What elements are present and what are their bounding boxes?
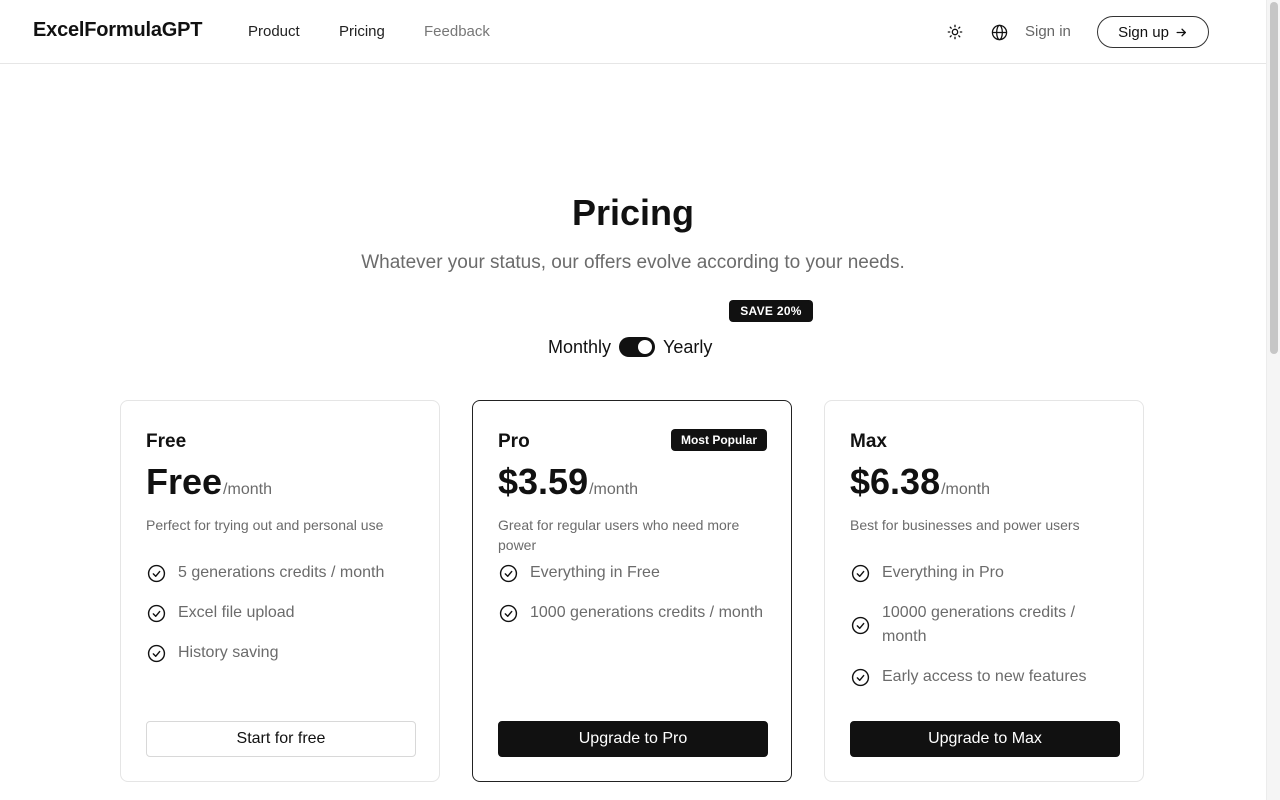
price-period: /month: [223, 481, 272, 498]
plan-description: Great for regular users who need more po…: [498, 517, 740, 553]
plan-card-free: Free Free /month Perfect for trying out …: [120, 400, 440, 782]
upgrade-pro-button[interactable]: Upgrade to Pro: [498, 721, 768, 757]
feature-item: Excel file upload: [146, 601, 418, 625]
globe-icon[interactable]: [989, 22, 1009, 42]
feature-text: 1000 generations credits / month: [530, 604, 764, 621]
plan-card-pro: Pro Most Popular $3.59 /month Great for …: [472, 400, 792, 782]
feature-list: Everything in Pro 10000 generations cred…: [850, 561, 1122, 705]
feature-item: Everything in Free: [498, 561, 770, 585]
toggle-knob: [638, 340, 653, 354]
feature-item: Early access to new features: [850, 665, 1122, 689]
price-row: $6.38 /month: [850, 461, 990, 503]
feature-list: 5 generations credits / month Excel file…: [146, 561, 418, 681]
check-circle-icon: [850, 563, 870, 583]
sign-up-label: Sign up: [1118, 23, 1169, 41]
feature-item: 1000 generations credits / month: [498, 601, 770, 625]
check-circle-icon: [850, 615, 870, 635]
billing-toggle[interactable]: [619, 337, 656, 357]
feature-list: Everything in Free 1000 generations cred…: [498, 561, 770, 641]
feature-item: History saving: [146, 641, 418, 665]
feature-text: 10000 generations credits / month: [882, 604, 1076, 645]
logo[interactable]: ExcelFormulaGPT: [33, 19, 202, 42]
check-circle-icon: [850, 667, 870, 687]
feature-item: 5 generations credits / month: [146, 561, 418, 585]
plan-name: Free: [146, 431, 187, 452]
nav-pricing[interactable]: Pricing: [339, 23, 385, 40]
plan-description: Best for businesses and power users: [850, 517, 1080, 533]
sign-up-button[interactable]: Sign up: [1097, 16, 1209, 48]
most-popular-badge: Most Popular: [670, 429, 767, 451]
feature-item: 10000 generations credits / month: [850, 601, 1122, 649]
page-subtitle: Whatever your status, our offers evolve …: [361, 252, 905, 273]
feature-item: Everything in Pro: [850, 561, 1122, 585]
sun-icon[interactable]: [945, 22, 965, 42]
plan-price: $6.38: [850, 461, 941, 502]
monthly-label[interactable]: Monthly: [548, 337, 611, 358]
check-circle-icon: [146, 643, 166, 663]
feature-text: Excel file upload: [178, 604, 295, 621]
plan-name: Max: [850, 431, 887, 452]
nav-product[interactable]: Product: [248, 23, 300, 40]
plan-price: $3.59: [498, 461, 589, 502]
plan-description: Perfect for trying out and personal use: [146, 517, 384, 533]
check-circle-icon: [498, 563, 518, 583]
plan-card-max: Max $6.38 /month Best for businesses and…: [824, 400, 1144, 782]
feature-text: Early access to new features: [882, 668, 1087, 685]
save-badge: SAVE 20%: [729, 300, 813, 322]
page-scrollbar[interactable]: [1266, 0, 1280, 800]
scrollbar-thumb[interactable]: [1270, 2, 1278, 354]
feature-text: Everything in Free: [530, 564, 660, 581]
start-free-button[interactable]: Start for free: [146, 721, 416, 757]
plan-name: Pro: [498, 431, 530, 452]
sign-in-link[interactable]: Sign in: [1025, 23, 1071, 40]
price-period: /month: [589, 481, 639, 498]
plan-price: Free: [146, 461, 223, 502]
price-row: Free /month: [146, 461, 272, 503]
page-title: Pricing: [571, 192, 695, 233]
top-navbar: ExcelFormulaGPT Product Pricing Feedback…: [0, 0, 1266, 64]
feature-text: History saving: [178, 644, 279, 661]
feature-text: 5 generations credits / month: [178, 564, 385, 581]
check-circle-icon: [498, 603, 518, 623]
nav-feedback[interactable]: Feedback: [424, 23, 490, 40]
check-circle-icon: [146, 603, 166, 623]
upgrade-max-button[interactable]: Upgrade to Max: [850, 721, 1120, 757]
check-circle-icon: [146, 563, 166, 583]
price-period: /month: [941, 481, 991, 498]
yearly-label[interactable]: Yearly: [663, 337, 712, 358]
feature-text: Everything in Pro: [882, 564, 1004, 581]
billing-toggle-group: Monthly Yearly: [548, 335, 712, 359]
price-row: $3.59 /month: [498, 461, 638, 503]
arrow-right-icon: [1176, 28, 1186, 36]
